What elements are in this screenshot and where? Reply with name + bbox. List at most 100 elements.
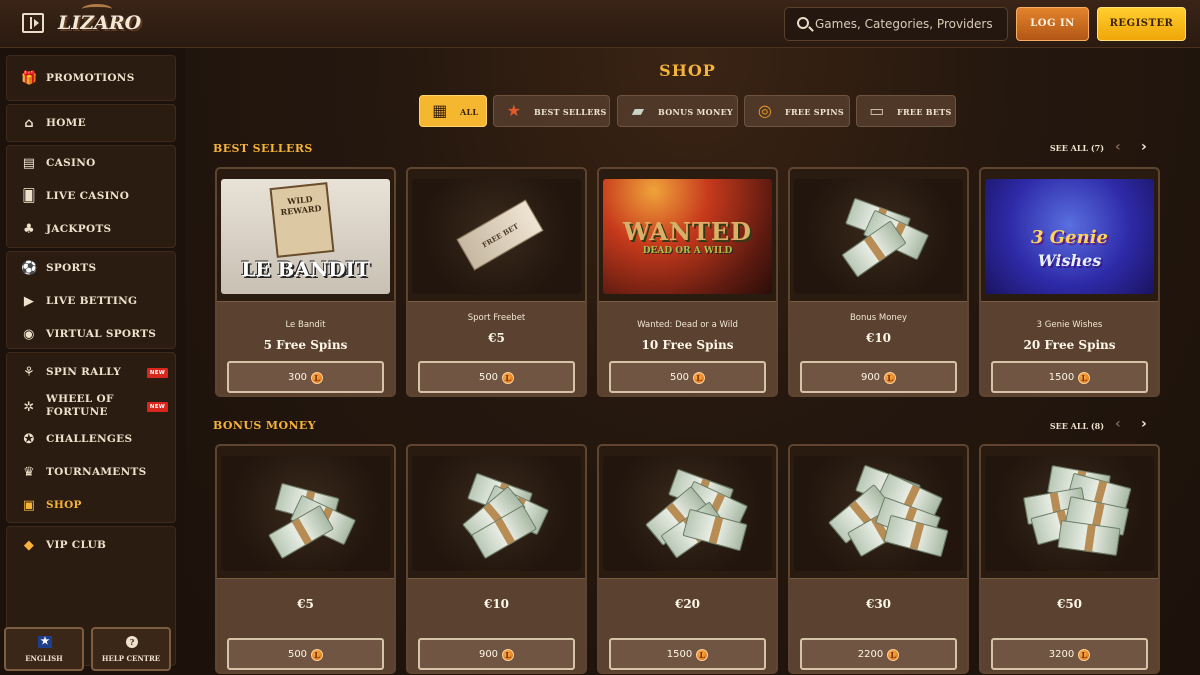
coin-icon: L: [1078, 371, 1091, 384]
logo[interactable]: LIZARO: [58, 12, 141, 48]
coin-icon: L: [311, 371, 324, 384]
buy-button[interactable]: 500 L: [227, 638, 384, 670]
sidebar-item-live-betting[interactable]: ▶ LIVE BETTING: [7, 288, 177, 316]
sidebar-item-label: SPORTS: [46, 262, 97, 274]
search-icon: [797, 17, 809, 29]
shop-card-sport-freebet[interactable]: FREE BET Sport Freebet €5 500 L: [406, 167, 587, 397]
crate-icon: ▦: [432, 101, 448, 120]
shop-card-bonus-money[interactable]: Bonus Money €10 900 L: [788, 167, 969, 397]
filter-all[interactable]: ▦ ALL: [419, 95, 487, 127]
gift-icon: 🎁: [21, 71, 38, 86]
virtual-sports-icon: ◉: [23, 327, 35, 342]
shop-card-wanted-dead-or-a-wild[interactable]: WANTED DEAD OR A WILD Wanted: Dead or a …: [597, 167, 778, 397]
card-info: Le Bandit 5 Free Spins 300 L: [217, 301, 394, 395]
cash-artwork: [794, 456, 963, 571]
shop-card-bonus-10[interactable]: €10 900 L: [406, 444, 587, 674]
sidebar-item-label: WHEEL OF FORTUNE: [46, 393, 114, 418]
sidebar-item-home[interactable]: ⌂ HOME: [7, 110, 177, 138]
buy-button[interactable]: 2200 L: [800, 638, 957, 670]
buy-button[interactable]: 3200 L: [991, 638, 1148, 670]
cash-artwork: [412, 456, 581, 571]
shop-card-bonus-50[interactable]: €50 3200 L: [979, 444, 1160, 674]
sidebar-item-promotions[interactable]: 🎁 PROMOTIONS: [7, 65, 177, 93]
shop-card-3-genie-wishes[interactable]: 3 Genie Wishes 3 Genie Wishes 20 Free Sp…: [979, 167, 1160, 397]
art-subtitle: Wishes: [1037, 251, 1102, 270]
price-value: 1500: [666, 649, 693, 660]
buy-button[interactable]: 1500 L: [991, 361, 1148, 393]
section-title-best-sellers: BEST SELLERS: [213, 142, 313, 155]
buy-button[interactable]: 300 L: [227, 361, 384, 393]
sidebar-item-virtual-sports[interactable]: ◉ VIRTUAL SPORTS: [7, 321, 177, 349]
card-info: €20 1500 L: [599, 578, 776, 672]
sidebar-item-wheel-of-fortune[interactable]: ✲ WHEEL OF FORTUNE NEW: [7, 392, 177, 422]
card-value: €20: [674, 597, 701, 611]
shop-card-bonus-20[interactable]: €20 1500 L: [597, 444, 778, 674]
filter-best-sellers[interactable]: ★ BEST SELLERS: [493, 95, 610, 127]
filter-free-spins[interactable]: ◎ FREE SPINS: [744, 95, 850, 127]
sidebar-item-label: PROMOTIONS: [46, 72, 135, 84]
card-value: 10 Free Spins: [641, 338, 734, 352]
filter-label: FREE SPINS: [785, 107, 844, 117]
buy-button[interactable]: 900 L: [418, 638, 575, 670]
sidebar-toggle-icon[interactable]: [22, 13, 44, 33]
shop-card-bonus-5[interactable]: €5 500 L: [215, 444, 396, 674]
wanted-artwork: WANTED DEAD OR A WILD: [603, 179, 772, 294]
tickets-icon: ▭: [869, 101, 885, 120]
sidebar-item-shop[interactable]: ▣ SHOP: [7, 492, 177, 520]
sidebar-item-spin-rally[interactable]: ⚘ SPIN RALLY NEW: [7, 359, 177, 387]
diamond-icon: ◆: [23, 538, 35, 553]
nav-group-casino: ▤ CASINO 🂠 LIVE CASINO ♣ JACKPOTS: [6, 145, 176, 248]
shop-card-le-bandit[interactable]: WILD REWARD LE BANDIT Le Bandit 5 Free S…: [215, 167, 396, 397]
top-bar: LIZARO Games, Categories, Providers LOG …: [0, 0, 1200, 48]
language-button[interactable]: ★ ENGLISH: [4, 627, 84, 671]
help-centre-button[interactable]: ? HELP CENTRE: [91, 627, 171, 671]
chevron-right-icon[interactable]: ›: [1141, 416, 1147, 432]
buy-button[interactable]: 500 L: [609, 361, 766, 393]
card-name: Le Bandit: [285, 320, 326, 330]
sidebar-item-label: HOME: [46, 117, 86, 129]
chevron-right-icon[interactable]: ›: [1141, 139, 1147, 155]
card-info: €5 500 L: [217, 578, 394, 672]
filter-free-bets[interactable]: ▭ FREE BETS: [856, 95, 956, 127]
card-info: €50 3200 L: [981, 578, 1158, 672]
section-title-bonus-money: BONUS MONEY: [213, 419, 316, 432]
coin-icon: L: [311, 648, 324, 661]
login-button[interactable]: LOG IN: [1016, 7, 1089, 41]
sidebar-item-casino[interactable]: ▤ CASINO: [7, 150, 177, 178]
chevron-left-icon[interactable]: ‹: [1115, 139, 1121, 155]
sidebar-item-label: SHOP: [46, 499, 82, 511]
register-button[interactable]: REGISTER: [1097, 7, 1186, 41]
buy-button[interactable]: 500 L: [418, 361, 575, 393]
see-all-best-sellers-link[interactable]: SEE ALL (7): [1040, 143, 1104, 153]
nav-group-sports: ⚽ SPORTS ▶ LIVE BETTING ◉ VIRTUAL SPORTS: [6, 251, 176, 349]
price-value: 500: [287, 649, 308, 660]
buy-button[interactable]: 1500 L: [609, 638, 766, 670]
medal-icon: ✪: [23, 432, 35, 447]
card-info: Bonus Money €10 900 L: [790, 301, 967, 395]
sidebar-item-label: TOURNAMENTS: [46, 466, 147, 478]
wanted-poster-icon: WILD REWARD: [269, 182, 335, 258]
filter-label: FREE BETS: [897, 107, 952, 117]
chevron-left-icon[interactable]: ‹: [1115, 416, 1121, 432]
shop-card-bonus-30[interactable]: €30 2200 L: [788, 444, 969, 674]
coin-icon: L: [502, 371, 515, 384]
card-value: 20 Free Spins: [1023, 338, 1116, 352]
sidebar-item-tournaments[interactable]: ♛ TOURNAMENTS: [7, 459, 177, 487]
search-placeholder: Games, Categories, Providers: [815, 17, 993, 31]
cards-icon: 🂠: [22, 189, 36, 204]
sidebar-item-challenges[interactable]: ✪ CHALLENGES: [7, 426, 177, 454]
cash-artwork: [603, 456, 772, 571]
filter-bonus-money[interactable]: ▰ BONUS MONEY: [617, 95, 738, 127]
buy-button[interactable]: 900 L: [800, 361, 957, 393]
filter-label: ALL: [460, 107, 479, 117]
nav-group-promotions: 🎁 PROMOTIONS: [6, 55, 176, 101]
sidebar-item-sports[interactable]: ⚽ SPORTS: [7, 255, 177, 283]
search-input[interactable]: Games, Categories, Providers: [784, 7, 1008, 41]
sidebar-item-jackpots[interactable]: ♣ JACKPOTS: [7, 216, 177, 244]
see-all-bonus-money-link[interactable]: SEE ALL (8): [1040, 421, 1104, 431]
cash-artwork: [985, 456, 1154, 571]
card-value: €5: [297, 597, 314, 611]
sidebar-item-live-casino[interactable]: 🂠 LIVE CASINO: [7, 183, 177, 211]
price-value: 500: [478, 372, 499, 383]
sidebar-item-vip-club[interactable]: ◆ VIP CLUB: [7, 532, 177, 560]
